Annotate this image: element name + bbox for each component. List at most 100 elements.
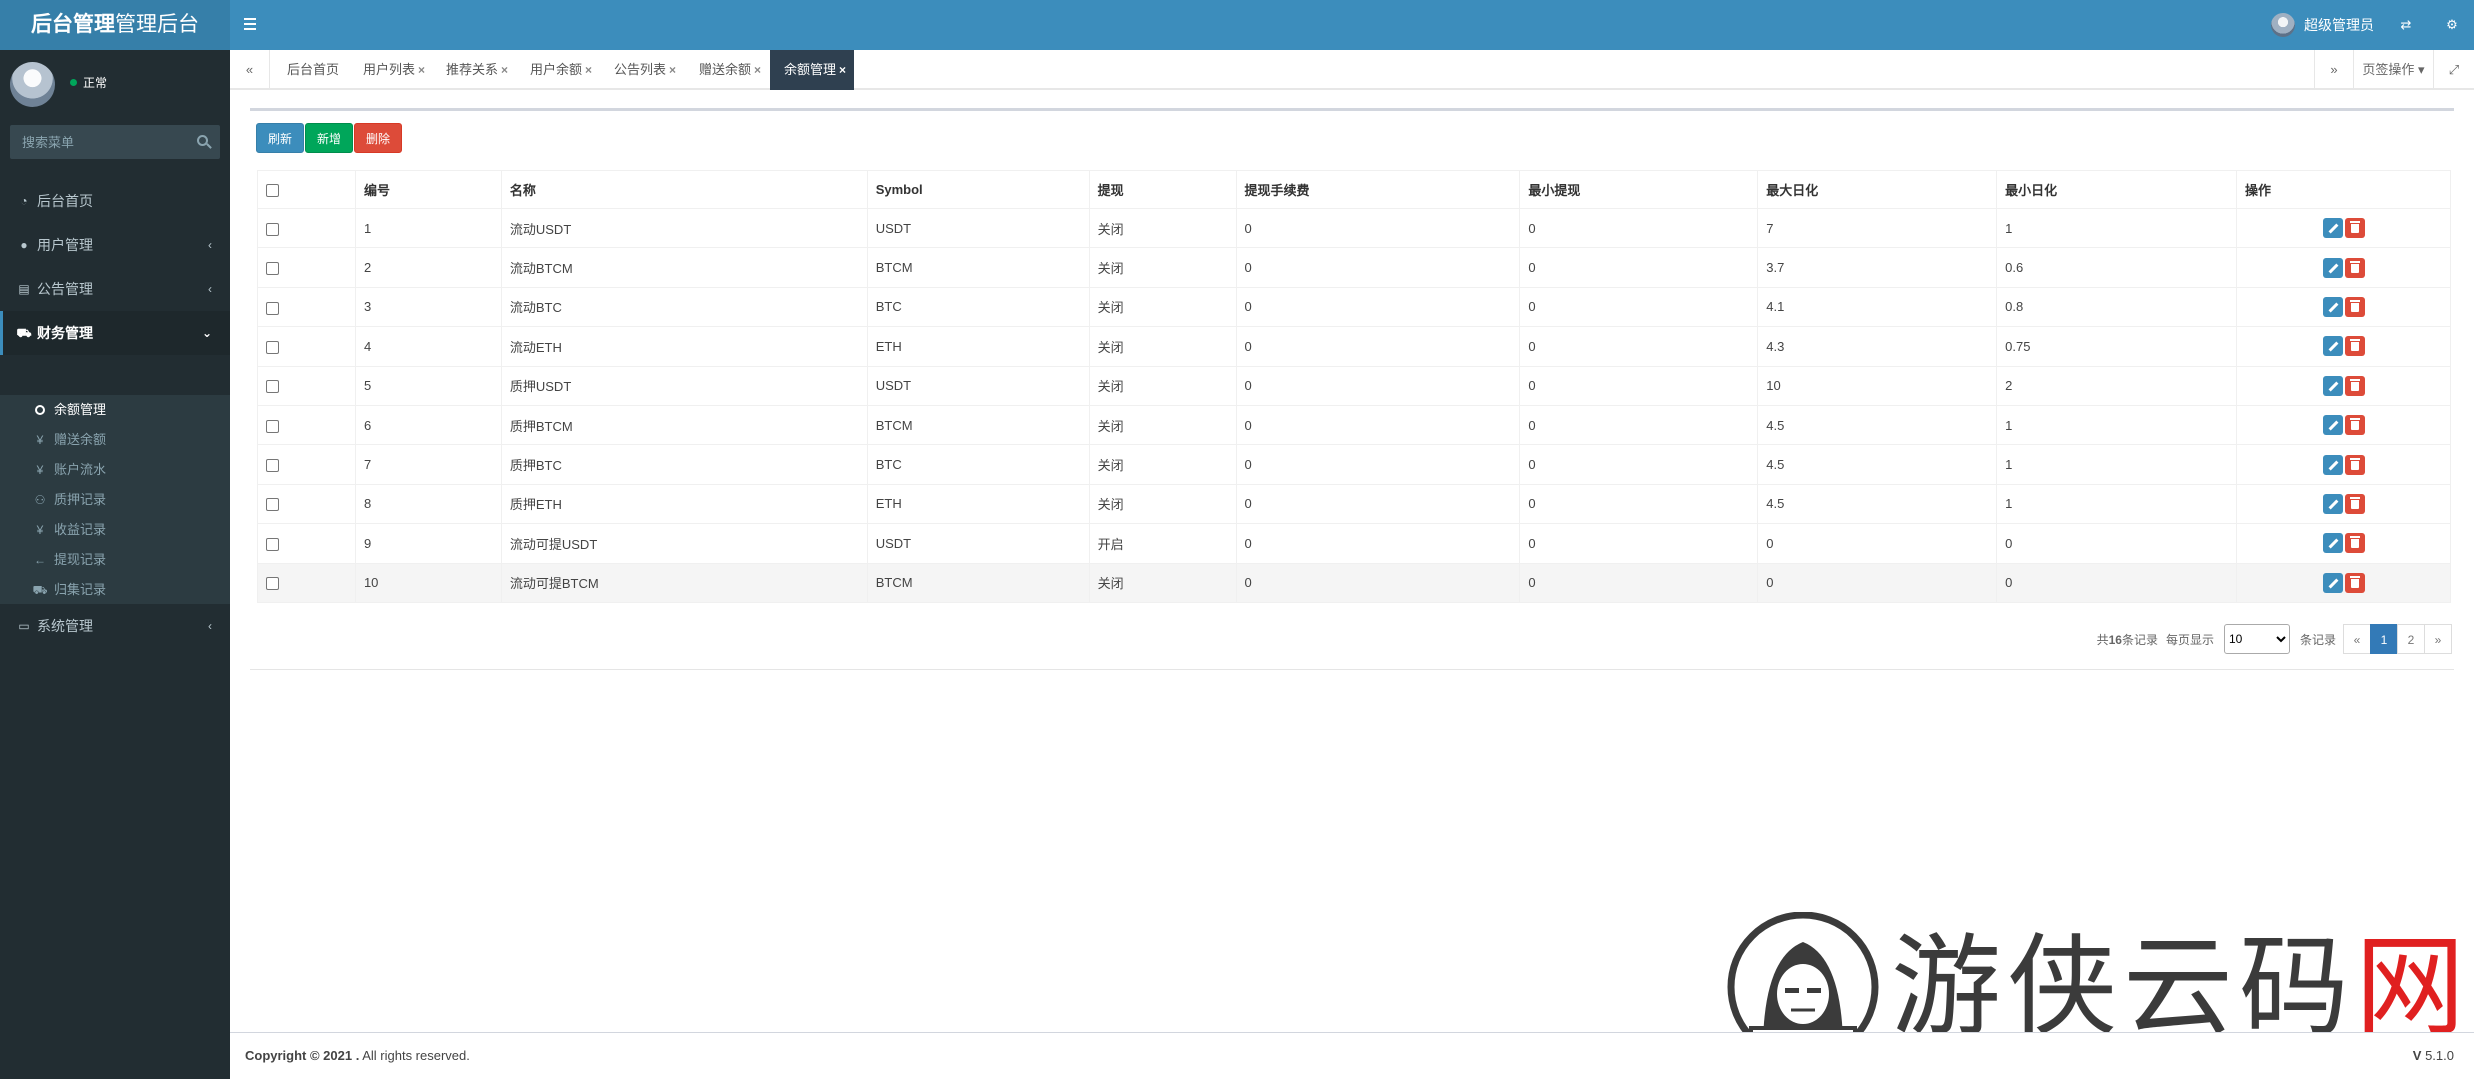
yen-icon: ¥	[36, 523, 44, 537]
sidebar-item-collect-records[interactable]: ⛟ 归集记录	[0, 575, 230, 605]
row-actions	[2236, 326, 2451, 367]
tabs-scroll-left-icon[interactable]: «	[230, 50, 270, 90]
tab-ops-dropdown[interactable]: 页签操作 ▾	[2354, 50, 2434, 90]
sidebar-item-withdraw-records[interactable]: ← 提现记录	[0, 545, 230, 575]
sidebar-item-finance[interactable]: ⛟ 财务管理 ⌄	[0, 311, 230, 355]
row-actions	[2236, 286, 2451, 328]
table-row[interactable]: 5 质押USDT USDT 关闭 0 0 10 2	[257, 365, 2451, 406]
sidebar-item-notices[interactable]: ▤ 公告管理 ‹	[0, 267, 230, 311]
sidebar-item-account-flow[interactable]: ¥ 账户流水	[0, 455, 230, 485]
tabs-scroll-right-icon[interactable]: »	[2314, 50, 2354, 90]
app-logo[interactable]: 后台管理管理后台	[0, 0, 230, 50]
delete-row-button[interactable]	[2344, 257, 2365, 278]
tab-balance-manage[interactable]: 余额管理 ×	[770, 50, 854, 90]
refresh-cache-icon[interactable]: ⇄	[2398, 17, 2414, 33]
refresh-button[interactable]: 刷新	[256, 123, 305, 153]
sidebar-item-income-records[interactable]: ¥ 收益记录	[0, 515, 230, 545]
column-header[interactable]: 提现	[1088, 170, 1237, 209]
delete-row-button[interactable]	[2344, 415, 2365, 436]
column-header[interactable]: 名称	[500, 170, 868, 209]
close-icon[interactable]: ×	[418, 63, 425, 77]
edit-button[interactable]	[2322, 572, 2343, 593]
sidebar-item-users[interactable]: ● 用户管理 ‹	[0, 223, 230, 267]
row-checkbox[interactable]	[266, 577, 279, 591]
row-checkbox[interactable]	[266, 498, 279, 512]
prev-page-button[interactable]: «	[2343, 624, 2371, 654]
row-checkbox[interactable]	[266, 537, 279, 551]
delete-row-button[interactable]	[2344, 218, 2365, 239]
sidebar-item-system[interactable]: ▭ 系统管理 ‹	[0, 604, 230, 648]
edit-button[interactable]	[2322, 336, 2343, 357]
sidebar-item-balance-manage[interactable]: 余额管理	[0, 395, 230, 425]
close-icon[interactable]: ×	[669, 63, 676, 77]
row-checkbox[interactable]	[266, 419, 279, 433]
edit-button[interactable]	[2322, 493, 2343, 514]
tab-notice-list[interactable]: 公告列表 ×	[606, 50, 691, 90]
column-header[interactable]: 最小日化	[1996, 170, 2238, 209]
page-size-select[interactable]: 10	[2223, 624, 2290, 654]
edit-button[interactable]	[2322, 415, 2343, 436]
delete-row-button[interactable]	[2344, 336, 2365, 357]
edit-button[interactable]	[2322, 257, 2343, 278]
row-checkbox[interactable]	[266, 380, 279, 394]
user-menu[interactable]: 超级管理员	[2271, 13, 2374, 37]
select-all-checkbox[interactable]	[266, 184, 279, 198]
tab-user-list[interactable]: 用户列表 ×	[355, 50, 440, 90]
version: V 5.1.0	[2412, 1048, 2454, 1063]
table-row[interactable]: 9 流动可提USDT USDT 开启 0 0 0 0	[257, 523, 2451, 564]
column-header[interactable]: Symbol	[866, 170, 1090, 209]
table-row[interactable]: 3 流动BTC BTC 关闭 0 0 4.1 0.8	[257, 286, 2451, 328]
edit-button[interactable]	[2322, 375, 2343, 396]
row-checkbox[interactable]	[266, 459, 279, 473]
menu-search-input[interactable]	[10, 125, 180, 159]
chevron-left-icon: ‹	[208, 238, 212, 252]
table-row[interactable]: 7 质押BTC BTC 关闭 0 0 4.5 1	[257, 444, 2451, 485]
column-header[interactable]: 提现手续费	[1235, 170, 1521, 209]
column-header[interactable]: 编号	[354, 170, 502, 209]
row-checkbox[interactable]	[266, 222, 279, 236]
sidebar-item-gift-balance[interactable]: ¥ 赠送余额	[0, 425, 230, 455]
search-icon[interactable]	[197, 135, 208, 146]
row-checkbox[interactable]	[266, 262, 279, 276]
edit-button[interactable]	[2322, 533, 2343, 554]
close-icon[interactable]: ×	[839, 63, 846, 77]
close-icon[interactable]: ×	[585, 63, 592, 77]
edit-button[interactable]	[2322, 296, 2343, 317]
delete-row-button[interactable]	[2344, 296, 2365, 317]
sidebar-item-dashboard[interactable]: ◔ 后台首页	[0, 179, 230, 223]
gear-icon[interactable]: ⚙	[2444, 17, 2460, 33]
tab-gift-balance[interactable]: 赠送余额 ×	[691, 50, 776, 90]
close-icon[interactable]: ×	[501, 63, 508, 77]
delete-row-button[interactable]	[2344, 375, 2365, 396]
menu-search	[10, 125, 220, 159]
close-icon[interactable]: ×	[754, 63, 761, 77]
page-1-button[interactable]: 1	[2370, 624, 2398, 654]
table-row[interactable]: 2 流动BTCM BTCM 关闭 0 0 3.7 0.6	[257, 247, 2451, 288]
sidebar-item-pledge-records[interactable]: ⚇ 质押记录	[0, 485, 230, 515]
table-row[interactable]: 1 流动USDT USDT 关闭 0 0 7 1	[257, 207, 2451, 249]
tab-user-balance[interactable]: 用户余额 ×	[522, 50, 607, 90]
page-2-button[interactable]: 2	[2397, 624, 2425, 654]
sidebar-toggle-icon[interactable]	[244, 15, 258, 35]
table-row[interactable]: 6 质押BTCM BTCM 关闭 0 0 4.5 1	[257, 404, 2451, 446]
table-row[interactable]: 4 流动ETH ETH 关闭 0 0 4.3 0.75	[257, 326, 2451, 367]
column-header[interactable]: 最大日化	[1757, 170, 1998, 209]
fullscreen-icon[interactable]: ⤢	[2434, 50, 2474, 90]
delete-row-button[interactable]	[2344, 572, 2365, 593]
table-row[interactable]: 10 流动可提BTCM BTCM 关闭 0 0 0 0	[257, 562, 2451, 603]
delete-row-button[interactable]	[2344, 493, 2365, 514]
tab-referral[interactable]: 推荐关系 ×	[438, 50, 523, 90]
edit-button[interactable]	[2322, 454, 2343, 475]
row-checkbox[interactable]	[266, 340, 279, 354]
edit-button[interactable]	[2322, 218, 2343, 239]
delete-button[interactable]: 删除	[354, 123, 403, 153]
next-page-button[interactable]: »	[2424, 624, 2452, 654]
table-row[interactable]: 8 质押ETH ETH 关闭 0 0 4.5 1	[257, 483, 2451, 525]
table-cell: 4.5	[1757, 404, 1998, 446]
column-header[interactable]: 最小提现	[1519, 170, 1759, 209]
add-button[interactable]: 新增	[305, 123, 354, 153]
delete-row-button[interactable]	[2344, 533, 2365, 554]
delete-row-button[interactable]	[2344, 454, 2365, 475]
tab-dashboard[interactable]: 后台首页	[272, 50, 340, 90]
row-checkbox[interactable]	[266, 301, 279, 315]
